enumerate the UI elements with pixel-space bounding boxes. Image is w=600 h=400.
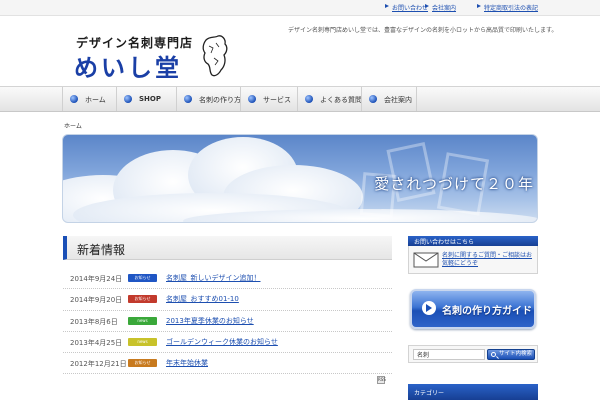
top-link-contact[interactable]: お問い合わせ xyxy=(384,3,428,12)
site-logo[interactable]: デザイン名刺専門店 めいし堂 xyxy=(72,34,242,82)
main-nav: ホーム SHOP 名刺の作り方 サービス よくある質問 会社案内 xyxy=(0,86,600,112)
category-badge: お知らせ xyxy=(128,274,157,282)
news-item: 2013年4月25日 news ゴールデンウィーク休業のお知らせ xyxy=(63,332,392,354)
category-badge: お知らせ xyxy=(128,295,157,304)
hero-banner: 愛されつづけて２０年 xyxy=(62,134,538,223)
bullet-icon xyxy=(70,95,78,103)
bullet-icon xyxy=(124,95,132,103)
news-item: 2014年9月24日 お知らせ 名刺屋_新しいデザイン追加！ xyxy=(63,268,392,290)
mail-icon xyxy=(413,252,439,268)
search-input[interactable] xyxy=(413,349,485,360)
news-title: 新着情報 xyxy=(77,243,126,257)
bullet-icon xyxy=(369,95,377,103)
magnifier-icon xyxy=(491,352,496,357)
hero-caption: 愛されつづけて２０年 xyxy=(374,175,534,193)
top-utility-bar: お問い合わせ 会社案内 特定商取引法の表記 xyxy=(0,0,600,16)
search-button[interactable]: サイト内検索 xyxy=(487,349,535,360)
bullet-icon xyxy=(305,95,313,103)
top-link-company[interactable]: 会社案内 xyxy=(424,3,456,12)
nav-label: サービス xyxy=(263,96,291,104)
category-badge: お知らせ xyxy=(128,359,157,368)
site-search: サイト内検索 xyxy=(408,345,538,363)
news-date: 2013年4月25日 xyxy=(70,338,123,347)
guide-label: 名刺の作り方ガイド xyxy=(442,306,532,317)
news-header: 新着情報 xyxy=(63,236,392,260)
news-item: 2013年8月6日 news 2013年夏季休業のお知らせ xyxy=(63,311,392,332)
news-link[interactable]: 名刺屋_新しいデザイン追加！ xyxy=(166,273,261,283)
category-badge: news xyxy=(128,337,157,346)
news-date: 2014年9月24日 xyxy=(70,275,123,283)
bullet-icon xyxy=(248,95,256,103)
nav-label: SHOP xyxy=(139,95,161,103)
category-heading: カテゴリー xyxy=(408,384,538,400)
card-guide-button[interactable]: 名刺の作り方ガイド xyxy=(410,289,536,329)
contact-heading-label: お問い合わせはこちら xyxy=(414,239,475,246)
news-link[interactable]: 年末年始休業 xyxy=(166,358,208,368)
news-link[interactable]: ゴールデンウィーク休業のお知らせ xyxy=(166,337,278,347)
news-date: 2014年9月20日 xyxy=(70,296,123,305)
news-link[interactable]: 名刺屋_おすすめ01-10 xyxy=(166,294,239,304)
news-link[interactable]: 2013年夏季休業のお知らせ xyxy=(166,316,254,326)
nav-item-home[interactable]: ホーム xyxy=(62,87,116,111)
nav-item-shop[interactable]: SHOP xyxy=(116,87,176,111)
nav-item-service[interactable]: サービス xyxy=(240,87,297,111)
nav-item-company[interactable]: 会社案内 xyxy=(361,87,417,111)
breadcrumb[interactable]: ホーム xyxy=(64,121,82,130)
nav-label: ホーム xyxy=(85,96,106,104)
news-item: 2014年9月20日 お知らせ 名刺屋_おすすめ01-10 xyxy=(63,289,392,311)
contact-link[interactable]: 名刺に関するご質問・ご相談はお気軽にどうぞ xyxy=(442,252,536,268)
contact-box: 名刺に関するご質問・ご相談はお気軽にどうぞ xyxy=(408,246,538,274)
category-heading-label: カテゴリー xyxy=(414,390,445,397)
category-badge: news xyxy=(128,316,157,325)
kyushu-map-icon xyxy=(202,35,228,77)
news-item: 2012年12月21日 お知らせ 年末年始休業 xyxy=(63,353,392,375)
nav-label: よくある質問 xyxy=(320,96,362,104)
bullet-icon xyxy=(184,95,192,103)
top-link-legal[interactable]: 特定商取引法の表記 xyxy=(476,3,538,12)
news-date: 2013年8月6日 xyxy=(70,317,118,326)
contact-heading: お問い合わせはこちら xyxy=(408,236,538,246)
site-tagline: デザイン名刺専門店めいし堂では、豊富なデザインの名刺を小ロットから高品質で印刷い… xyxy=(288,27,558,34)
arrow-icon xyxy=(422,301,436,315)
news-list: 2014年9月24日 お知らせ 名刺屋_新しいデザイン追加！ 2014年9月20… xyxy=(63,268,392,375)
nav-label: 名刺の作り方 xyxy=(199,96,241,104)
nav-item-guide[interactable]: 名刺の作り方 xyxy=(176,87,241,111)
rss-icon[interactable]: RSS xyxy=(377,376,386,384)
nav-label: 会社案内 xyxy=(384,96,412,104)
news-date: 2012年12月21日 xyxy=(70,360,127,369)
search-button-label: サイト内検索 xyxy=(499,351,533,357)
nav-item-faq[interactable]: よくある質問 xyxy=(297,87,362,111)
logo-title: めいし堂 xyxy=(74,53,182,82)
